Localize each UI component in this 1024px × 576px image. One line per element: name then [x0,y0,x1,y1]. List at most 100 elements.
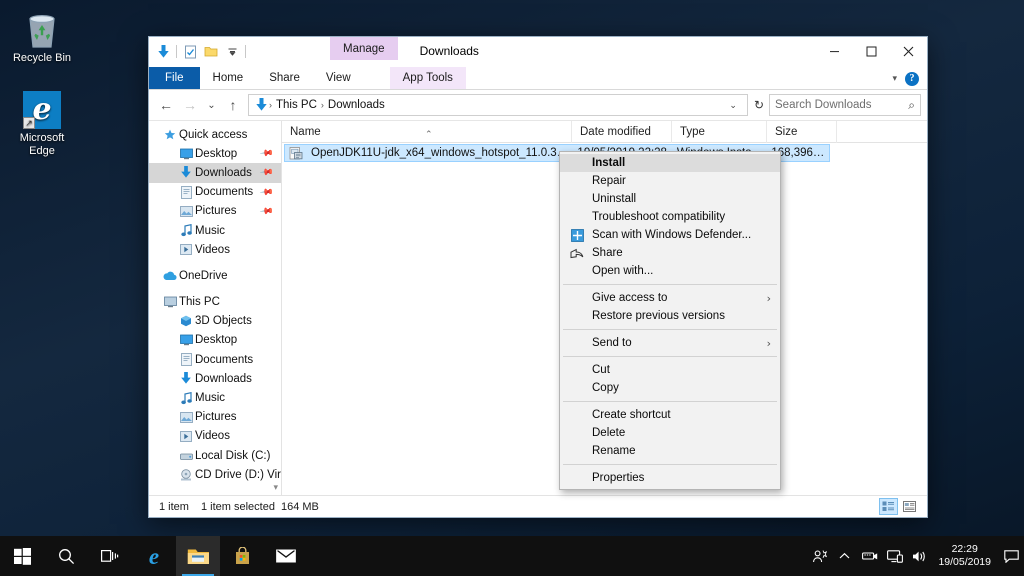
sidebar-item-videos[interactable]: Videos [149,240,281,259]
window-title: Downloads [419,44,479,58]
mail-taskbar-button[interactable] [264,536,308,576]
menu-item-restore-previous-versions[interactable]: Restore previous versions [560,307,780,325]
address-bar: ← → ⌄ ↑ › This PC › Downloads ⌄ ↻ Search… [149,90,927,120]
close-button[interactable] [890,37,927,66]
column-header-name[interactable]: Name ⌃ [282,120,572,143]
column-header-size[interactable]: Size [767,120,837,143]
shortcut-arrow-icon: ↗ [23,117,35,129]
task-view-button[interactable] [88,536,132,576]
sidebar-item-music[interactable]: Music [149,221,281,240]
menu-item-label: Give access to [592,292,668,304]
search-input[interactable]: Search Downloads ⌕ [769,94,921,116]
sidebar-item-documents[interactable]: Documents 📌 [149,183,281,202]
recycle-bin-icon [6,8,78,52]
sidebar-item-desktop[interactable]: Desktop 📌 [149,144,281,163]
new-folder-icon[interactable] [203,44,219,60]
menu-item-rename[interactable]: Rename [560,442,780,460]
menu-item-cut[interactable]: Cut [560,361,780,379]
desktop-icon-microsoft-edge[interactable]: e ↗ Microsoft Edge [6,88,78,158]
cd-drive-icon [177,469,195,481]
menu-item-share[interactable]: Share [560,244,780,262]
tab-file[interactable]: File [149,67,200,89]
sidebar-item-cd-drive-d[interactable]: CD Drive (D:) Vir [149,465,281,484]
details-view-button[interactable] [900,498,919,515]
column-header-date-modified[interactable]: Date modified [572,120,672,143]
forward-button[interactable]: → [179,94,201,116]
people-icon[interactable] [807,536,832,576]
desktop-icon-recycle-bin[interactable]: Recycle Bin [6,8,78,65]
breadcrumb[interactable]: › This PC › Downloads ⌄ [248,94,748,116]
store-taskbar-button[interactable] [220,536,264,576]
search-icon[interactable]: ⌕ [908,98,915,113]
nav-scroll-down-icon[interactable]: ▾ [273,482,278,493]
properties-icon[interactable] [182,44,198,60]
sidebar-item-documents-pc[interactable]: Documents [149,350,281,369]
menu-item-scan-with-windows-defender[interactable]: Scan with Windows Defender... [560,226,780,244]
sidebar-item-label: Desktop [195,334,238,347]
minimize-button[interactable] [816,37,853,66]
menu-item-troubleshoot-compatibility[interactable]: Troubleshoot compatibility [560,208,780,226]
sidebar-item-3d-objects[interactable]: 3D Objects [149,312,281,331]
tab-home[interactable]: Home [200,67,257,89]
volume-icon[interactable] [907,536,932,576]
pin-icon[interactable]: 📌 [259,184,274,200]
notifications-icon[interactable] [1000,536,1022,576]
sidebar-item-pictures[interactable]: Pictures 📌 [149,202,281,221]
menu-item-delete[interactable]: Delete [560,424,780,442]
menu-item-send-to[interactable]: Send to › [560,334,780,352]
breadcrumb-this-pc[interactable]: This PC [272,99,321,111]
pin-icon[interactable]: 📌 [259,165,274,181]
pin-icon[interactable]: 📌 [259,146,274,162]
taskbar-clock[interactable]: 22:29 19/05/2019 [932,543,1000,569]
sidebar-item-label: 3D Objects [195,315,252,328]
help-icon[interactable]: ? [905,71,919,86]
maximize-button[interactable] [853,37,890,66]
sidebar-item-downloads[interactable]: Downloads 📌 [149,163,281,183]
menu-item-uninstall[interactable]: Uninstall [560,190,780,208]
up-button[interactable]: ↑ [222,94,244,116]
recent-locations-button[interactable]: ⌄ [203,94,220,116]
column-header-type[interactable]: Type [672,120,767,143]
search-placeholder: Search Downloads [775,99,872,111]
expand-ribbon-icon[interactable]: ▾ [892,73,897,84]
tab-share[interactable]: Share [256,67,313,89]
file-explorer-taskbar-button[interactable] [176,536,220,576]
sidebar-item-quick-access[interactable]: Quick access [149,125,281,144]
sidebar-item-desktop-pc[interactable]: Desktop [149,331,281,350]
sidebar-item-label: This PC [179,296,220,309]
onedrive-icon [161,271,179,281]
large-icons-view-button[interactable] [879,498,898,515]
breadcrumb-dropdown-icon[interactable]: ⌄ [723,100,743,111]
sidebar-item-pictures-pc[interactable]: Pictures [149,408,281,427]
tab-view[interactable]: View [313,67,364,89]
contextual-tab-manage[interactable]: Manage [330,37,398,60]
edge-taskbar-button[interactable]: e [132,536,176,576]
sidebar-item-this-pc[interactable]: This PC [149,293,281,312]
back-button[interactable]: ← [155,94,177,116]
menu-item-properties[interactable]: Properties [560,469,780,487]
menu-item-open-with[interactable]: Open with... [560,262,780,280]
tab-app-tools[interactable]: App Tools [389,67,466,89]
downloads-folder-icon [253,98,269,112]
menu-item-create-shortcut[interactable]: Create shortcut [560,406,780,424]
pin-icon[interactable]: 📌 [259,204,274,220]
sidebar-item-downloads-pc[interactable]: Downloads [149,369,281,388]
refresh-button[interactable]: ↻ [754,98,767,112]
downloads-folder-icon[interactable] [155,44,171,60]
menu-item-repair[interactable]: Repair [560,172,780,190]
sidebar-item-onedrive[interactable]: OneDrive [149,266,281,285]
window-body: Quick access Desktop 📌 Downloads 📌 Docum… [149,120,927,495]
sidebar-item-videos-pc[interactable]: Videos [149,427,281,446]
search-button[interactable] [44,536,88,576]
menu-item-give-access-to[interactable]: Give access to › [560,289,780,307]
customize-qat-icon[interactable] [224,44,240,60]
start-button[interactable] [0,536,44,576]
sidebar-item-music-pc[interactable]: Music [149,388,281,407]
menu-item-copy[interactable]: Copy [560,379,780,397]
menu-item-install[interactable]: Install [560,154,780,172]
breadcrumb-downloads[interactable]: Downloads [324,99,389,111]
display-icon[interactable] [882,536,907,576]
chevron-up-icon[interactable] [832,536,857,576]
sidebar-item-local-disk-c[interactable]: Local Disk (C:) [149,446,281,465]
network-adapter-icon[interactable] [857,536,882,576]
